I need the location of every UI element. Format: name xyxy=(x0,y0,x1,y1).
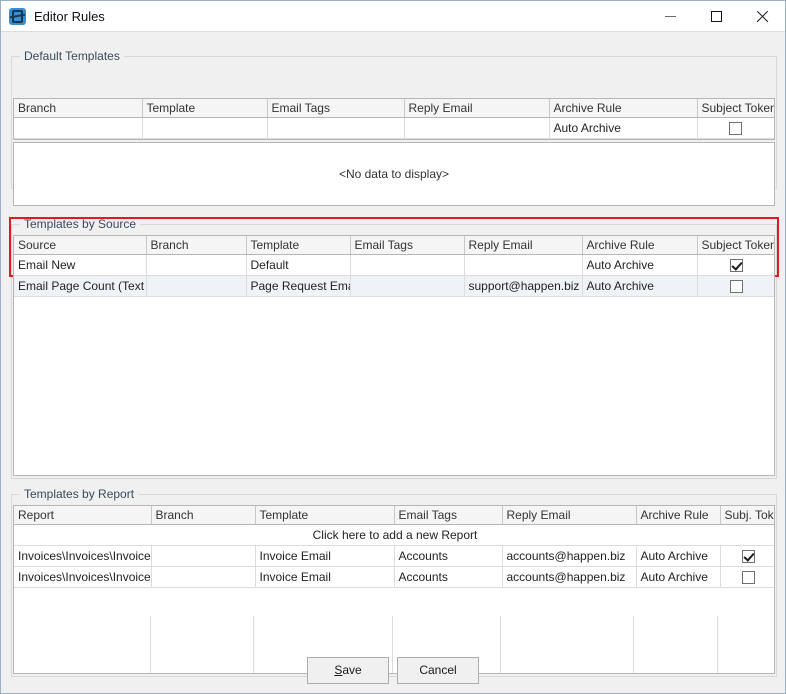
minimize-icon xyxy=(665,16,676,17)
templates-by-source-grid[interactable]: Source Branch Template Email Tags Reply … xyxy=(13,235,775,476)
maximize-icon xyxy=(711,11,722,22)
default-templates-legend: Default Templates xyxy=(20,49,124,63)
window-title: Editor Rules xyxy=(34,9,647,24)
cell-archive-rule[interactable]: Auto Archive xyxy=(636,567,720,588)
cell-branch[interactable] xyxy=(151,546,255,567)
save-button[interactable]: Save xyxy=(307,657,389,684)
templates-by-source-table: Source Branch Template Email Tags Reply … xyxy=(14,236,775,297)
table-row[interactable]: Email New Default Auto Archive xyxy=(14,255,775,276)
cell-email-tags[interactable] xyxy=(350,255,464,276)
title-bar: Editor Rules xyxy=(1,1,785,32)
maximize-button[interactable] xyxy=(693,1,739,31)
table-header-row: Source Branch Template Email Tags Reply … xyxy=(14,236,775,255)
column-header-template[interactable]: Template xyxy=(246,236,350,255)
column-header-email-tags[interactable]: Email Tags xyxy=(350,236,464,255)
cell-branch[interactable] xyxy=(146,255,246,276)
templates-by-report-legend: Templates by Report xyxy=(20,487,138,501)
table-header-row: Branch Template Email Tags Reply Email A… xyxy=(14,99,774,118)
cell-report[interactable]: Invoices\Invoices\InvoiceSe xyxy=(14,567,151,588)
subject-token-checkbox[interactable] xyxy=(742,571,755,584)
cell-reply-email[interactable] xyxy=(464,255,582,276)
cell-archive-rule[interactable]: Auto Archive xyxy=(636,546,720,567)
cell-archive-rule[interactable]: Auto Archive xyxy=(549,118,697,139)
footer-button-bar: Save Cancel xyxy=(1,647,785,693)
column-header-subject-token[interactable]: Subject Token xyxy=(697,99,774,118)
column-header-reply-email[interactable]: Reply Email xyxy=(464,236,582,255)
cell-source[interactable]: Email New xyxy=(14,255,146,276)
cell-report[interactable]: Invoices\Invoices\InvoiceSa xyxy=(14,546,151,567)
cell-template[interactable] xyxy=(142,118,267,139)
column-header-report[interactable]: Report xyxy=(14,506,151,525)
column-header-archive-rule[interactable]: Archive Rule xyxy=(549,99,697,118)
cell-reply-email[interactable] xyxy=(404,118,549,139)
add-new-report-prompt[interactable]: Click here to add a new Report xyxy=(14,525,775,546)
save-accelerator: S xyxy=(334,663,342,677)
close-icon xyxy=(756,10,769,23)
table-row[interactable]: Invoices\Invoices\InvoiceSa Invoice Emai… xyxy=(14,546,775,567)
column-header-template[interactable]: Template xyxy=(142,99,267,118)
editor-rules-window: Editor Rules Default Templates xyxy=(0,0,786,694)
column-header-archive-rule[interactable]: Archive Rule xyxy=(636,506,720,525)
table-row[interactable]: Email Page Count (Text En Page Request E… xyxy=(14,276,775,297)
cell-template[interactable]: Page Request Email xyxy=(246,276,350,297)
column-header-reply-email[interactable]: Reply Email xyxy=(502,506,636,525)
cell-template[interactable]: Invoice Email xyxy=(255,567,394,588)
column-header-subject-token[interactable]: Subj. Toke xyxy=(720,506,775,525)
cell-email-tags[interactable]: Accounts xyxy=(394,546,502,567)
window-controls xyxy=(647,1,785,31)
app-icon xyxy=(9,8,26,25)
save-label: ave xyxy=(342,663,361,677)
subject-token-checkbox[interactable] xyxy=(729,122,742,135)
column-header-source[interactable]: Source xyxy=(14,236,146,255)
table-row[interactable]: Auto Archive xyxy=(14,118,774,139)
column-header-email-tags[interactable]: Email Tags xyxy=(394,506,502,525)
cell-subject-token[interactable] xyxy=(697,276,775,297)
subject-token-checkbox[interactable] xyxy=(730,280,743,293)
cell-archive-rule[interactable]: Auto Archive xyxy=(582,255,697,276)
cell-source[interactable]: Email Page Count (Text En xyxy=(14,276,146,297)
column-header-archive-rule[interactable]: Archive Rule xyxy=(582,236,697,255)
new-row-prompt-row[interactable]: Click here to add a new Report xyxy=(14,525,775,546)
cell-email-tags[interactable] xyxy=(267,118,404,139)
close-button[interactable] xyxy=(739,1,785,31)
default-templates-table: Branch Template Email Tags Reply Email A… xyxy=(14,99,774,139)
cell-subject-token[interactable] xyxy=(720,567,775,588)
cell-subject-token[interactable] xyxy=(720,546,775,567)
subject-token-checkbox[interactable] xyxy=(730,259,743,272)
cell-archive-rule[interactable]: Auto Archive xyxy=(582,276,697,297)
subject-token-checkbox[interactable] xyxy=(742,550,755,563)
cell-branch[interactable] xyxy=(14,118,142,139)
cell-template[interactable]: Default xyxy=(246,255,350,276)
column-header-subject-token[interactable]: Subject Token xyxy=(697,236,775,255)
column-header-branch[interactable]: Branch xyxy=(14,99,142,118)
cell-subject-token[interactable] xyxy=(697,118,774,139)
client-area: Default Templates Branch Template Email … xyxy=(1,32,785,693)
cell-branch[interactable] xyxy=(151,567,255,588)
default-templates-empty-panel: <No data to display> xyxy=(13,142,775,206)
cell-reply-email[interactable]: accounts@happen.biz xyxy=(502,567,636,588)
cell-template[interactable]: Invoice Email xyxy=(255,546,394,567)
column-header-branch[interactable]: Branch xyxy=(146,236,246,255)
cell-email-tags[interactable]: Accounts xyxy=(394,567,502,588)
column-header-template[interactable]: Template xyxy=(255,506,394,525)
column-header-branch[interactable]: Branch xyxy=(151,506,255,525)
table-header-row: Report Branch Template Email Tags Reply … xyxy=(14,506,775,525)
default-templates-grid[interactable]: Branch Template Email Tags Reply Email A… xyxy=(13,98,775,140)
cancel-button[interactable]: Cancel xyxy=(397,657,479,684)
cell-reply-email[interactable]: accounts@happen.biz xyxy=(502,546,636,567)
column-header-reply-email[interactable]: Reply Email xyxy=(404,99,549,118)
minimize-button[interactable] xyxy=(647,1,693,31)
cell-reply-email[interactable]: support@happen.biz xyxy=(464,276,582,297)
column-header-email-tags[interactable]: Email Tags xyxy=(267,99,404,118)
cell-email-tags[interactable] xyxy=(350,276,464,297)
table-row[interactable]: Invoices\Invoices\InvoiceSe Invoice Emai… xyxy=(14,567,775,588)
cell-branch[interactable] xyxy=(146,276,246,297)
empty-message: <No data to display> xyxy=(339,167,449,181)
cell-subject-token[interactable] xyxy=(697,255,775,276)
templates-by-report-table: Report Branch Template Email Tags Reply … xyxy=(14,506,775,588)
